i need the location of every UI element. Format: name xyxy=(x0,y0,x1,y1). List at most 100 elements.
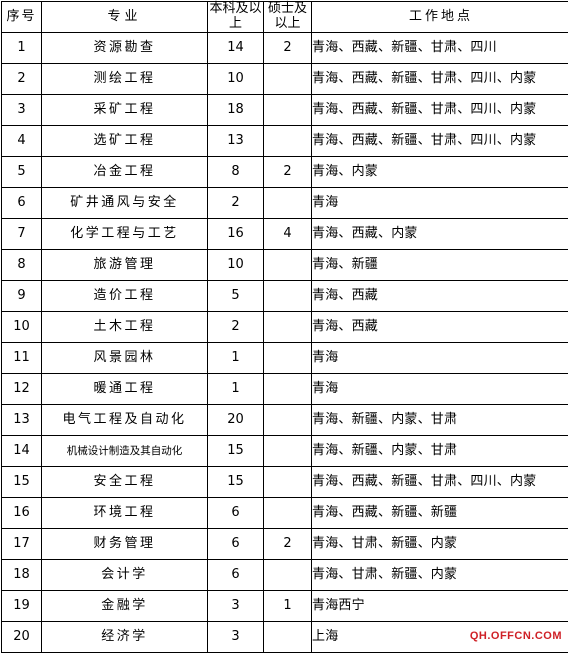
cell-major: 旅游管理 xyxy=(42,250,208,281)
cell-index: 14 xyxy=(2,436,42,467)
cell-location: 青海、西藏、新疆、甘肃、四川、内蒙 xyxy=(312,95,568,126)
cell-location: 青海、西藏、新疆、甘肃、四川 xyxy=(312,33,568,64)
cell-master-count xyxy=(264,560,312,591)
cell-master-count xyxy=(264,95,312,126)
cell-major: 经济学 xyxy=(42,622,208,653)
cell-bachelor-count: 15 xyxy=(208,467,264,498)
cell-major: 财务管理 xyxy=(42,529,208,560)
table-row: 1资源勘查142青海、西藏、新疆、甘肃、四川 xyxy=(2,33,568,64)
cell-bachelor-count: 6 xyxy=(208,560,264,591)
table-row: 17财务管理62青海、甘肃、新疆、内蒙 xyxy=(2,529,568,560)
cell-index: 3 xyxy=(2,95,42,126)
table-row: 4选矿工程13 青海、西藏、新疆、甘肃、四川、内蒙 xyxy=(2,126,568,157)
table-row: 12暖通工程1青海 xyxy=(2,374,568,405)
cell-bachelor-count: 5 xyxy=(208,281,264,312)
cell-major: 会计学 xyxy=(42,560,208,591)
cell-location: 青海西宁 xyxy=(312,591,568,622)
cell-bachelor-count: 6 xyxy=(208,529,264,560)
cell-index: 18 xyxy=(2,560,42,591)
cell-major: 测绘工程 xyxy=(42,64,208,95)
cell-bachelor-count: 20 xyxy=(208,405,264,436)
cell-major: 采矿工程 xyxy=(42,95,208,126)
cell-location: 青海 xyxy=(312,188,568,219)
cell-major: 风景园林 xyxy=(42,343,208,374)
header-bachelor: 本科及以 上 xyxy=(208,2,264,33)
cell-master-count xyxy=(264,188,312,219)
cell-master-count xyxy=(264,622,312,653)
cell-master-count xyxy=(264,64,312,95)
cell-index: 4 xyxy=(2,126,42,157)
table-row: 19金融学31青海西宁 xyxy=(2,591,568,622)
cell-bachelor-count: 14 xyxy=(208,33,264,64)
cell-index: 17 xyxy=(2,529,42,560)
cell-major: 选矿工程 xyxy=(42,126,208,157)
cell-master-count xyxy=(264,312,312,343)
cell-index: 9 xyxy=(2,281,42,312)
table-header-row: 序号 专业 本科及以 上 硕士及 以上 工作地点 xyxy=(2,2,568,33)
cell-master-count xyxy=(264,374,312,405)
cell-location: 青海 xyxy=(312,343,568,374)
cell-bachelor-count: 2 xyxy=(208,312,264,343)
header-bachelor-line1: 本科及以 xyxy=(208,2,263,17)
cell-index: 1 xyxy=(2,33,42,64)
cell-bachelor-count: 3 xyxy=(208,591,264,622)
cell-bachelor-count: 1 xyxy=(208,374,264,405)
cell-location: 青海、内蒙 xyxy=(312,157,568,188)
table-row: 9造价工程5 青海、西藏 xyxy=(2,281,568,312)
table-row: 16环境工程6青海、西藏、新疆、新疆 xyxy=(2,498,568,529)
cell-bachelor-count: 15 xyxy=(208,436,264,467)
cell-index: 12 xyxy=(2,374,42,405)
cell-location: 青海、西藏、新疆、甘肃、四川、内蒙 xyxy=(312,126,568,157)
table-body: 1资源勘查142青海、西藏、新疆、甘肃、四川2测绘工程10青海、西藏、新疆、甘肃… xyxy=(2,33,568,653)
cell-index: 11 xyxy=(2,343,42,374)
cell-major: 金融学 xyxy=(42,591,208,622)
cell-major: 矿井通风与安全 xyxy=(42,188,208,219)
table-row: 6矿井通风与安全2 青海 xyxy=(2,188,568,219)
cell-index: 6 xyxy=(2,188,42,219)
header-index: 序号 xyxy=(2,2,42,33)
table-row: 13电气工程及自动化20青海、新疆、内蒙、甘肃 xyxy=(2,405,568,436)
cell-location: 青海、甘肃、新疆、内蒙 xyxy=(312,560,568,591)
cell-major: 造价工程 xyxy=(42,281,208,312)
cell-master-count xyxy=(264,405,312,436)
header-master-line1: 硕士及 xyxy=(264,2,311,17)
cell-bachelor-count: 10 xyxy=(208,64,264,95)
cell-major: 机械设计制造及其自动化 xyxy=(42,436,208,467)
cell-major: 环境工程 xyxy=(42,498,208,529)
cell-index: 15 xyxy=(2,467,42,498)
table-row: 2测绘工程10青海、西藏、新疆、甘肃、四川、内蒙 xyxy=(2,64,568,95)
cell-location: 青海、西藏、内蒙 xyxy=(312,219,568,250)
cell-location: 青海、西藏 xyxy=(312,281,568,312)
cell-master-count: 1 xyxy=(264,591,312,622)
cell-location: 青海、西藏、新疆、甘肃、四川、内蒙 xyxy=(312,467,568,498)
table-header: 序号 专业 本科及以 上 硕士及 以上 工作地点 xyxy=(2,2,568,33)
watermark: QH.OFFCN.COM xyxy=(470,630,562,642)
recruitment-table: 序号 专业 本科及以 上 硕士及 以上 工作地点 1资源勘查142青海、西藏、新… xyxy=(1,1,568,653)
cell-index: 10 xyxy=(2,312,42,343)
table-row: 7化学工程与工艺164青海、西藏、内蒙 xyxy=(2,219,568,250)
cell-bachelor-count: 6 xyxy=(208,498,264,529)
cell-major: 安全工程 xyxy=(42,467,208,498)
cell-master-count xyxy=(264,498,312,529)
cell-index: 13 xyxy=(2,405,42,436)
cell-bachelor-count: 13 xyxy=(208,126,264,157)
cell-master-count xyxy=(264,436,312,467)
cell-index: 8 xyxy=(2,250,42,281)
cell-index: 2 xyxy=(2,64,42,95)
cell-bachelor-count: 10 xyxy=(208,250,264,281)
cell-location: 青海、西藏 xyxy=(312,312,568,343)
cell-index: 5 xyxy=(2,157,42,188)
cell-bachelor-count: 2 xyxy=(208,188,264,219)
cell-location: 青海 xyxy=(312,374,568,405)
cell-bachelor-count: 3 xyxy=(208,622,264,653)
table-row: 11风景园林1 青海 xyxy=(2,343,568,374)
cell-master-count xyxy=(264,281,312,312)
cell-bachelor-count: 1 xyxy=(208,343,264,374)
table-row: 15安全工程15 青海、西藏、新疆、甘肃、四川、内蒙 xyxy=(2,467,568,498)
cell-master-count: 2 xyxy=(264,157,312,188)
table-row: 10土木工程2 青海、西藏 xyxy=(2,312,568,343)
cell-major: 资源勘查 xyxy=(42,33,208,64)
cell-bachelor-count: 16 xyxy=(208,219,264,250)
cell-major: 土木工程 xyxy=(42,312,208,343)
cell-major: 电气工程及自动化 xyxy=(42,405,208,436)
